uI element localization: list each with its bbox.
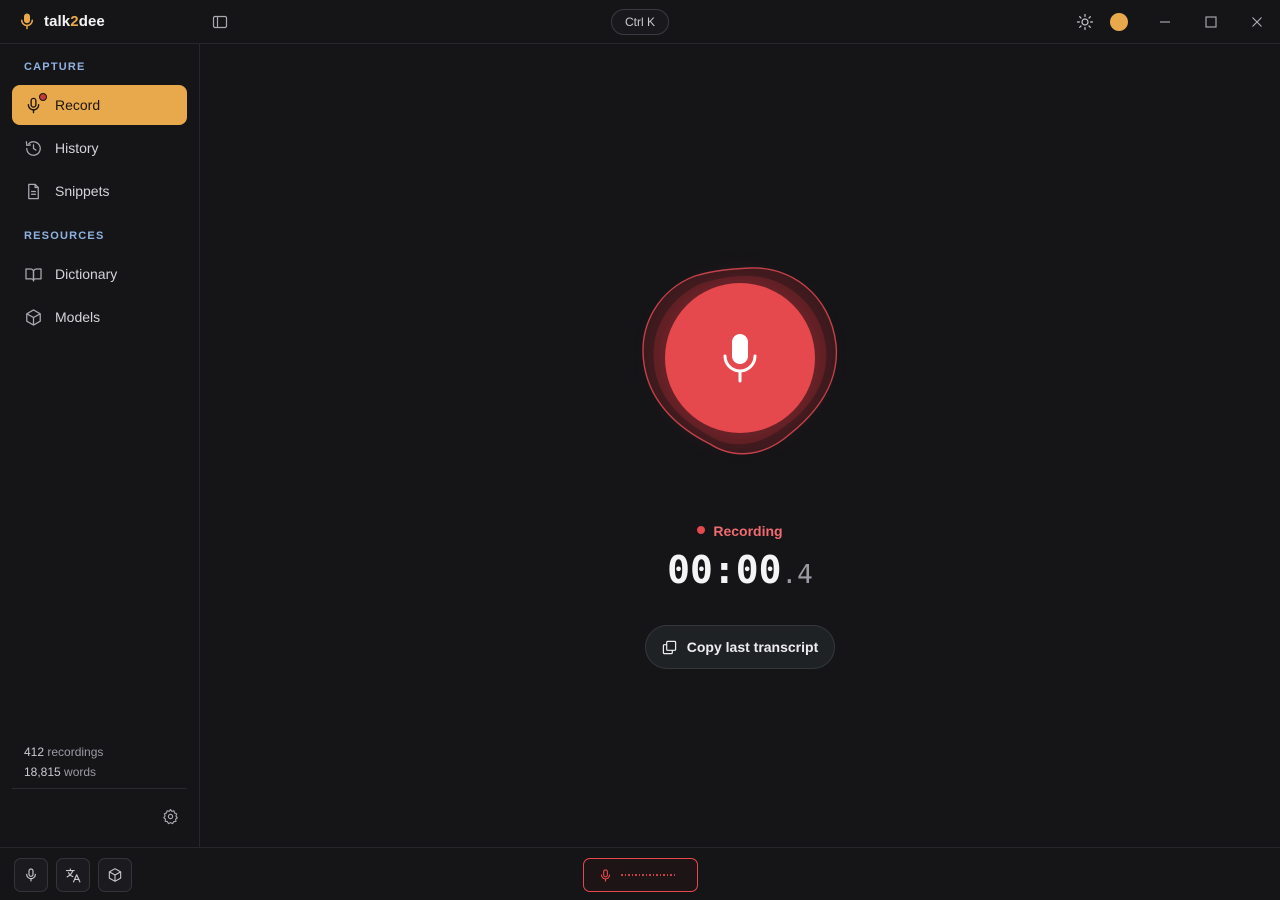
waveform-dot bbox=[624, 874, 626, 876]
waveform-dot bbox=[652, 874, 654, 876]
sidebar-toggle-button[interactable] bbox=[208, 10, 232, 34]
sidebar-item-snippets[interactable]: Snippets bbox=[12, 171, 187, 211]
theme-toggle-button[interactable] bbox=[1073, 10, 1097, 34]
waveform-dot bbox=[659, 874, 661, 876]
mic-icon bbox=[720, 332, 760, 384]
copy-last-transcript-button[interactable]: Copy last transcript bbox=[645, 625, 835, 669]
waveform-dot bbox=[621, 874, 623, 876]
waveform-dot bbox=[628, 874, 630, 876]
minimize-icon bbox=[1158, 15, 1172, 29]
waveform-dot bbox=[635, 874, 637, 876]
record-control bbox=[640, 264, 840, 460]
timer-fraction: .4 bbox=[781, 560, 813, 590]
waveform-dot bbox=[673, 874, 675, 876]
command-palette-button[interactable]: Ctrl K bbox=[611, 9, 669, 35]
sidebar-divider bbox=[12, 788, 187, 789]
mic-icon bbox=[23, 867, 39, 883]
window-close-button[interactable] bbox=[1245, 10, 1269, 34]
mic-icon bbox=[24, 92, 47, 115]
record-button[interactable] bbox=[665, 283, 815, 433]
gear-icon bbox=[162, 808, 179, 825]
bottom-bar bbox=[0, 847, 1280, 900]
maximize-icon bbox=[1204, 15, 1218, 29]
recording-timer: 00:00.4 bbox=[200, 548, 1280, 592]
sidebar-panel-icon bbox=[212, 14, 228, 30]
copy-icon bbox=[662, 640, 677, 655]
waveform-dot bbox=[649, 874, 651, 876]
recordings-stat: 412 recordings bbox=[24, 745, 104, 759]
translate-icon bbox=[65, 867, 82, 884]
history-icon bbox=[24, 139, 43, 158]
sidebar-item-label: Record bbox=[55, 97, 101, 113]
waveform-dot bbox=[666, 874, 668, 876]
sidebar-item-label: Dictionary bbox=[55, 266, 118, 282]
recording-status: Recording bbox=[200, 523, 1280, 539]
mic-select-button[interactable] bbox=[14, 858, 48, 892]
waveform-dot bbox=[642, 874, 644, 876]
waveform-dot bbox=[645, 874, 647, 876]
recording-dot-badge bbox=[39, 92, 47, 101]
waveform-dot bbox=[663, 874, 665, 876]
app-name: talk2dee bbox=[44, 12, 105, 30]
model-select-button[interactable] bbox=[98, 858, 132, 892]
mic-icon bbox=[598, 868, 613, 883]
sidebar-item-label: Models bbox=[55, 309, 101, 325]
sidebar: CAPTURE Record History Snippets RESOURCE… bbox=[0, 44, 200, 847]
waveform-dot bbox=[670, 874, 672, 876]
title-bar: talk2dee Ctrl K bbox=[0, 0, 1280, 44]
recording-dot bbox=[697, 526, 706, 534]
sidebar-item-history[interactable]: History bbox=[12, 128, 187, 168]
waveform-dot bbox=[631, 874, 633, 876]
section-label-capture: CAPTURE bbox=[24, 61, 86, 73]
cube-icon bbox=[24, 308, 43, 327]
sidebar-item-label: Snippets bbox=[55, 183, 110, 199]
window-minimize-button[interactable] bbox=[1153, 10, 1177, 34]
close-icon bbox=[1250, 15, 1264, 29]
main-content: Recording 00:00.4 Copy last transcript bbox=[200, 44, 1280, 847]
copy-button-label: Copy last transcript bbox=[686, 639, 819, 655]
window-maximize-button[interactable] bbox=[1199, 10, 1223, 34]
sun-icon bbox=[1076, 13, 1094, 31]
accent-color-avatar[interactable] bbox=[1110, 13, 1128, 31]
recording-indicator-button[interactable] bbox=[583, 858, 698, 892]
sidebar-item-models[interactable]: Models bbox=[12, 297, 187, 337]
usage-stats: 412 recordings 18,815 words bbox=[24, 742, 103, 782]
waveform-dot bbox=[638, 874, 640, 876]
sidebar-item-label: History bbox=[55, 140, 99, 156]
app-brand: talk2dee bbox=[18, 12, 105, 30]
settings-button[interactable] bbox=[158, 804, 182, 828]
section-label-resources: RESOURCES bbox=[24, 230, 105, 242]
app-logo-mic-icon bbox=[18, 12, 36, 30]
document-icon bbox=[24, 182, 43, 201]
recording-status-label: Recording bbox=[713, 523, 783, 539]
cube-icon bbox=[107, 867, 123, 883]
sidebar-item-dictionary[interactable]: Dictionary bbox=[12, 254, 187, 294]
words-stat: 18,815 words bbox=[24, 765, 97, 779]
sidebar-item-record[interactable]: Record bbox=[12, 85, 187, 125]
language-button[interactable] bbox=[56, 858, 90, 892]
waveform-dot bbox=[656, 874, 658, 876]
audio-waveform bbox=[621, 874, 675, 876]
timer-main: 00:00 bbox=[667, 548, 782, 592]
book-icon bbox=[24, 265, 43, 284]
